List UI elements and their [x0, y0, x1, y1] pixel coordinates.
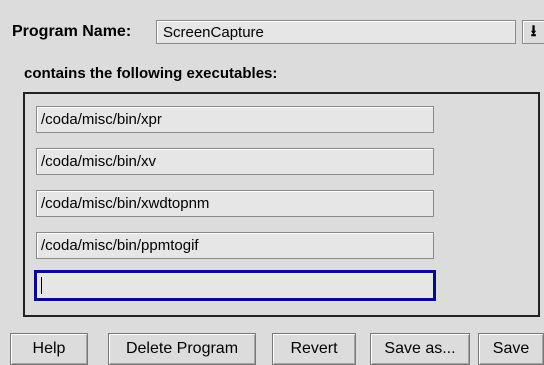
- new-executable-field[interactable]: [34, 270, 436, 301]
- delete-program-button[interactable]: Delete Program: [108, 333, 256, 365]
- download-arrow-icon: ⭳: [530, 23, 537, 40]
- executable-field-4[interactable]: /coda/misc/bin/ppmtogif: [36, 232, 434, 259]
- save-button[interactable]: Save: [478, 333, 544, 365]
- executable-field-3[interactable]: /coda/misc/bin/xwdtopnm: [36, 190, 434, 217]
- save-as-button[interactable]: Save as...: [370, 333, 470, 365]
- help-button[interactable]: Help: [10, 333, 88, 365]
- button-bar: Help Delete Program Revert Save as... Sa…: [0, 324, 544, 365]
- executables-panel: /coda/misc/bin/xpr /coda/misc/bin/xv /co…: [23, 92, 540, 317]
- executable-field-2[interactable]: /coda/misc/bin/xv: [36, 148, 434, 175]
- text-cursor: [41, 276, 42, 294]
- executables-heading: contains the following executables:: [24, 65, 278, 82]
- executable-field-1[interactable]: /coda/misc/bin/xpr: [36, 106, 434, 133]
- revert-button[interactable]: Revert: [272, 333, 356, 365]
- program-name-field[interactable]: ScreenCapture: [156, 20, 516, 44]
- program-name-label: Program Name:: [12, 23, 132, 40]
- program-dropdown-button[interactable]: ⭳: [522, 20, 544, 44]
